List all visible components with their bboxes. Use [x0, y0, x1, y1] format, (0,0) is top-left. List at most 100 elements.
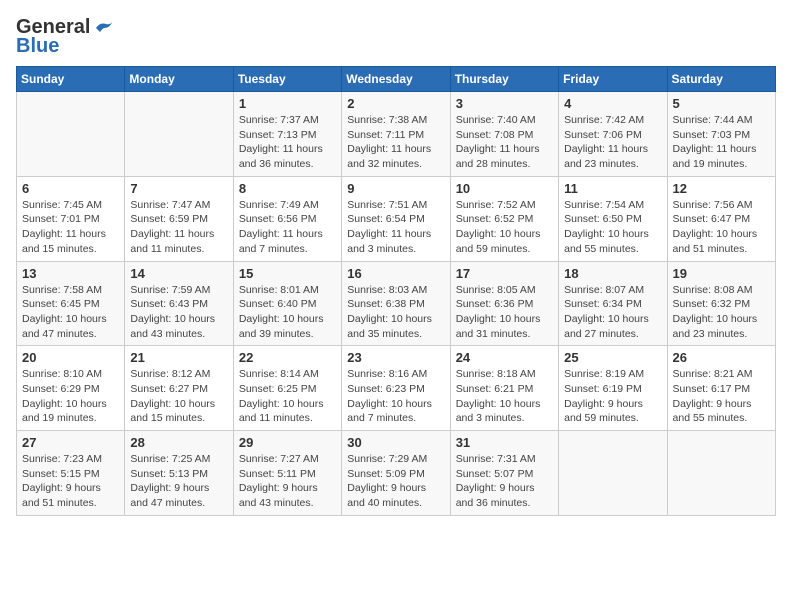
day-number: 12	[673, 181, 770, 196]
calendar-header-row: SundayMondayTuesdayWednesdayThursdayFrid…	[17, 67, 776, 92]
calendar-week-row: 6 Sunrise: 7:45 AM Sunset: 7:01 PM Daylig…	[17, 176, 776, 261]
calendar-cell: 2 Sunrise: 7:38 AM Sunset: 7:11 PM Daylig…	[342, 92, 450, 177]
logo-bird-icon	[92, 20, 114, 36]
day-info: Sunrise: 7:56 AM Sunset: 6:47 PM Dayligh…	[673, 198, 770, 257]
day-number: 24	[456, 350, 553, 365]
day-number: 14	[130, 266, 227, 281]
day-number: 13	[22, 266, 119, 281]
day-info: Sunrise: 7:31 AM Sunset: 5:07 PM Dayligh…	[456, 452, 553, 511]
calendar-cell: 6 Sunrise: 7:45 AM Sunset: 7:01 PM Daylig…	[17, 176, 125, 261]
calendar-cell: 16 Sunrise: 8:03 AM Sunset: 6:38 PM Dayli…	[342, 261, 450, 346]
calendar-cell: 14 Sunrise: 7:59 AM Sunset: 6:43 PM Dayli…	[125, 261, 233, 346]
day-info: Sunrise: 7:52 AM Sunset: 6:52 PM Dayligh…	[456, 198, 553, 257]
calendar-cell: 1 Sunrise: 7:37 AM Sunset: 7:13 PM Daylig…	[233, 92, 341, 177]
calendar-cell	[125, 92, 233, 177]
day-number: 6	[22, 181, 119, 196]
day-info: Sunrise: 7:44 AM Sunset: 7:03 PM Dayligh…	[673, 113, 770, 172]
calendar-cell: 13 Sunrise: 7:58 AM Sunset: 6:45 PM Dayli…	[17, 261, 125, 346]
calendar-cell: 31 Sunrise: 7:31 AM Sunset: 5:07 PM Dayli…	[450, 431, 558, 516]
calendar-header-tuesday: Tuesday	[233, 67, 341, 92]
day-info: Sunrise: 8:01 AM Sunset: 6:40 PM Dayligh…	[239, 283, 336, 342]
day-number: 3	[456, 96, 553, 111]
day-number: 2	[347, 96, 444, 111]
day-info: Sunrise: 7:59 AM Sunset: 6:43 PM Dayligh…	[130, 283, 227, 342]
day-info: Sunrise: 7:37 AM Sunset: 7:13 PM Dayligh…	[239, 113, 336, 172]
calendar-cell: 29Sunrise: 7:27 AM Sunset: 5:11 PM Dayli…	[233, 431, 341, 516]
day-number: 11	[564, 181, 661, 196]
calendar-cell: 3 Sunrise: 7:40 AM Sunset: 7:08 PM Daylig…	[450, 92, 558, 177]
calendar-cell	[667, 431, 775, 516]
calendar-header-monday: Monday	[125, 67, 233, 92]
calendar-cell: 25Sunrise: 8:19 AM Sunset: 6:19 PM Dayli…	[559, 346, 667, 431]
calendar-cell: 10 Sunrise: 7:52 AM Sunset: 6:52 PM Dayli…	[450, 176, 558, 261]
day-info: Sunrise: 8:12 AM Sunset: 6:27 PM Dayligh…	[130, 367, 227, 426]
day-number: 28	[130, 435, 227, 450]
calendar-cell: 22 Sunrise: 8:14 AM Sunset: 6:25 PM Dayli…	[233, 346, 341, 431]
day-info: Sunrise: 7:25 AM Sunset: 5:13 PM Dayligh…	[130, 452, 227, 511]
day-number: 30	[347, 435, 444, 450]
day-info: Sunrise: 8:03 AM Sunset: 6:38 PM Dayligh…	[347, 283, 444, 342]
day-info: Sunrise: 8:10 AM Sunset: 6:29 PM Dayligh…	[22, 367, 119, 426]
day-number: 1	[239, 96, 336, 111]
day-info: Sunrise: 7:49 AM Sunset: 6:56 PM Dayligh…	[239, 198, 336, 257]
day-info: Sunrise: 8:16 AM Sunset: 6:23 PM Dayligh…	[347, 367, 444, 426]
day-number: 25	[564, 350, 661, 365]
day-info: Sunrise: 8:21 AM Sunset: 6:17 PM Dayligh…	[673, 367, 770, 426]
calendar-table: SundayMondayTuesdayWednesdayThursdayFrid…	[16, 66, 776, 516]
calendar-cell: 28 Sunrise: 7:25 AM Sunset: 5:13 PM Dayli…	[125, 431, 233, 516]
day-number: 31	[456, 435, 553, 450]
day-number: 8	[239, 181, 336, 196]
calendar-cell: 9 Sunrise: 7:51 AM Sunset: 6:54 PM Daylig…	[342, 176, 450, 261]
day-info: Sunrise: 7:42 AM Sunset: 7:06 PM Dayligh…	[564, 113, 661, 172]
page-header: General Blue	[16, 16, 776, 58]
day-info: Sunrise: 7:51 AM Sunset: 6:54 PM Dayligh…	[347, 198, 444, 257]
day-number: 19	[673, 266, 770, 281]
day-info: Sunrise: 8:07 AM Sunset: 6:34 PM Dayligh…	[564, 283, 661, 342]
calendar-header-saturday: Saturday	[667, 67, 775, 92]
day-info: Sunrise: 8:14 AM Sunset: 6:25 PM Dayligh…	[239, 367, 336, 426]
calendar-header-thursday: Thursday	[450, 67, 558, 92]
calendar-header-wednesday: Wednesday	[342, 67, 450, 92]
day-number: 10	[456, 181, 553, 196]
day-number: 23	[347, 350, 444, 365]
day-info: Sunrise: 7:58 AM Sunset: 6:45 PM Dayligh…	[22, 283, 119, 342]
day-number: 18	[564, 266, 661, 281]
day-number: 22	[239, 350, 336, 365]
calendar-cell: 18 Sunrise: 8:07 AM Sunset: 6:34 PM Dayli…	[559, 261, 667, 346]
calendar-cell: 15Sunrise: 8:01 AM Sunset: 6:40 PM Dayli…	[233, 261, 341, 346]
calendar-header-friday: Friday	[559, 67, 667, 92]
logo-blue-text: Blue	[16, 35, 59, 58]
day-number: 16	[347, 266, 444, 281]
day-number: 7	[130, 181, 227, 196]
calendar-cell: 27 Sunrise: 7:23 AM Sunset: 5:15 PM Dayli…	[17, 431, 125, 516]
day-number: 4	[564, 96, 661, 111]
calendar-cell: 7Sunrise: 7:47 AM Sunset: 6:59 PM Daylig…	[125, 176, 233, 261]
day-info: Sunrise: 8:08 AM Sunset: 6:32 PM Dayligh…	[673, 283, 770, 342]
calendar-cell: 30 Sunrise: 7:29 AM Sunset: 5:09 PM Dayli…	[342, 431, 450, 516]
calendar-cell: 4 Sunrise: 7:42 AM Sunset: 7:06 PM Daylig…	[559, 92, 667, 177]
day-info: Sunrise: 7:38 AM Sunset: 7:11 PM Dayligh…	[347, 113, 444, 172]
day-number: 26	[673, 350, 770, 365]
day-info: Sunrise: 7:54 AM Sunset: 6:50 PM Dayligh…	[564, 198, 661, 257]
day-number: 29	[239, 435, 336, 450]
day-info: Sunrise: 7:23 AM Sunset: 5:15 PM Dayligh…	[22, 452, 119, 511]
day-number: 17	[456, 266, 553, 281]
day-info: Sunrise: 7:45 AM Sunset: 7:01 PM Dayligh…	[22, 198, 119, 257]
calendar-cell: 8 Sunrise: 7:49 AM Sunset: 6:56 PM Daylig…	[233, 176, 341, 261]
day-number: 9	[347, 181, 444, 196]
calendar-week-row: 20 Sunrise: 8:10 AM Sunset: 6:29 PM Dayli…	[17, 346, 776, 431]
calendar-cell: 19 Sunrise: 8:08 AM Sunset: 6:32 PM Dayli…	[667, 261, 775, 346]
day-number: 27	[22, 435, 119, 450]
calendar-header-sunday: Sunday	[17, 67, 125, 92]
day-info: Sunrise: 7:29 AM Sunset: 5:09 PM Dayligh…	[347, 452, 444, 511]
calendar-week-row: 1 Sunrise: 7:37 AM Sunset: 7:13 PM Daylig…	[17, 92, 776, 177]
calendar-cell: 21Sunrise: 8:12 AM Sunset: 6:27 PM Dayli…	[125, 346, 233, 431]
calendar-cell	[17, 92, 125, 177]
calendar-cell: 5Sunrise: 7:44 AM Sunset: 7:03 PM Daylig…	[667, 92, 775, 177]
calendar-cell: 11 Sunrise: 7:54 AM Sunset: 6:50 PM Dayli…	[559, 176, 667, 261]
day-number: 20	[22, 350, 119, 365]
day-info: Sunrise: 7:40 AM Sunset: 7:08 PM Dayligh…	[456, 113, 553, 172]
calendar-cell	[559, 431, 667, 516]
calendar-cell: 26 Sunrise: 8:21 AM Sunset: 6:17 PM Dayli…	[667, 346, 775, 431]
calendar-week-row: 13 Sunrise: 7:58 AM Sunset: 6:45 PM Dayli…	[17, 261, 776, 346]
